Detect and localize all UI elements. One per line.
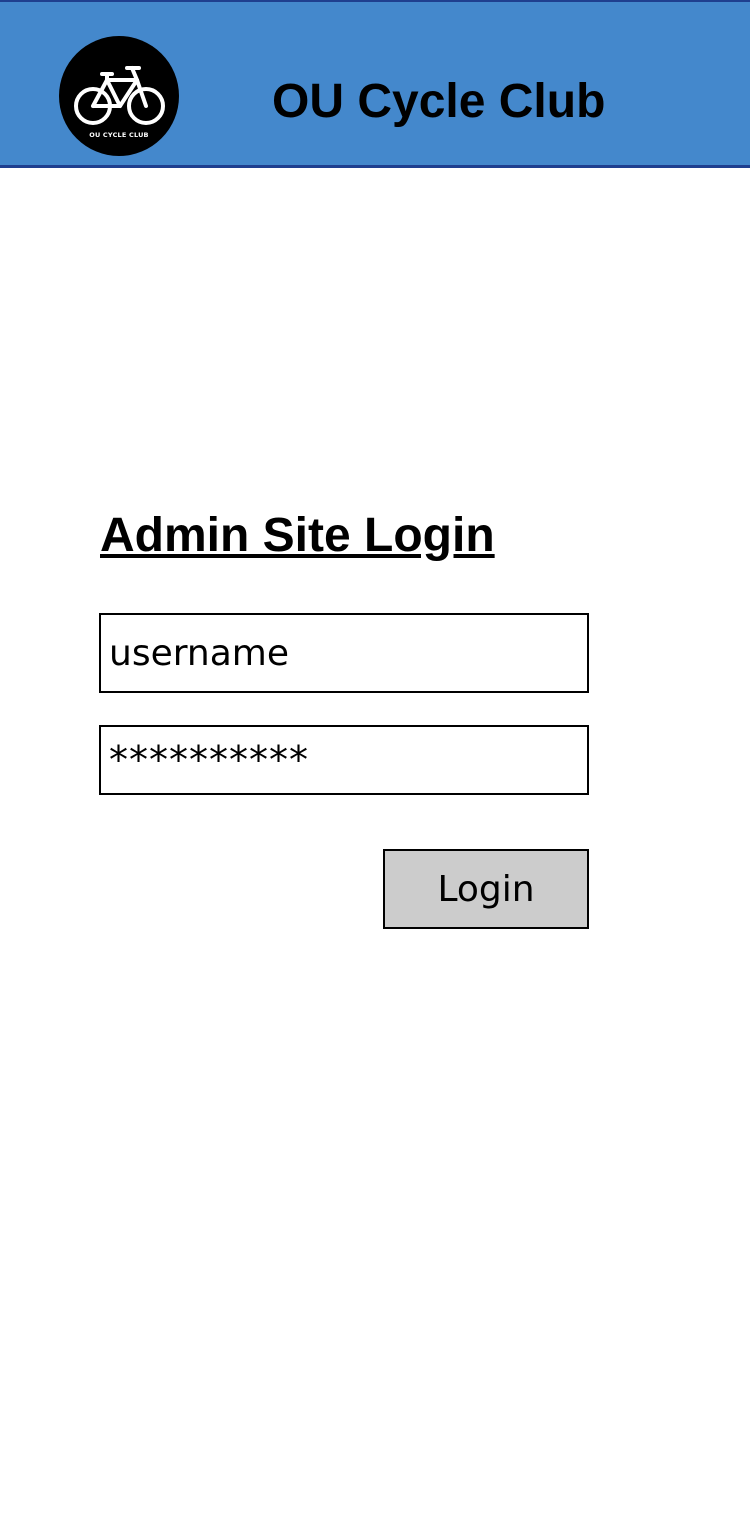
login-heading: Admin Site Login <box>100 509 495 562</box>
login-button[interactable]: Login <box>383 849 589 929</box>
club-logo[interactable]: OU CYCLE CLUB <box>59 36 179 156</box>
logo-text: OU CYCLE CLUB <box>89 131 149 139</box>
site-header: OU CYCLE CLUB OU Cycle Club <box>0 0 750 168</box>
site-title: OU Cycle Club <box>272 75 606 128</box>
username-field[interactable] <box>99 613 589 693</box>
password-field[interactable] <box>99 725 589 795</box>
